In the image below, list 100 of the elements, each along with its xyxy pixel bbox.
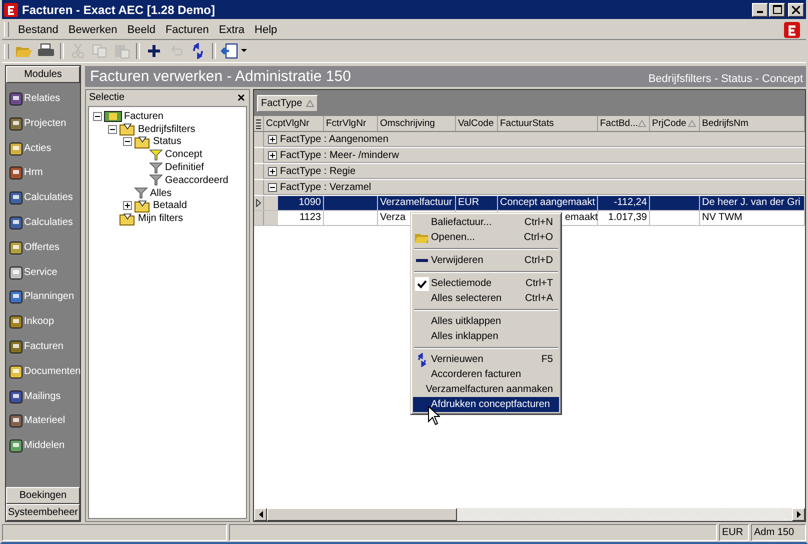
module-item[interactable]: Documenten (24, 364, 81, 379)
module-item[interactable]: Projecten (24, 116, 66, 131)
context-menu-item[interactable]: Accorderen facturen (413, 367, 559, 382)
column-header[interactable]: FactuurStats (498, 116, 598, 131)
module-item[interactable]: Offertes (24, 240, 60, 255)
app-logo-icon (4, 2, 18, 16)
tree-item[interactable]: Bedrijfsfilters (138, 124, 196, 135)
administration-status: Adm 150 (751, 524, 806, 541)
folder-icon (119, 122, 136, 136)
module-item[interactable]: Service (24, 266, 58, 280)
column-header[interactable]: FactBd... (598, 116, 650, 131)
column-header[interactable]: BedrijfsNm (700, 116, 805, 131)
module-item[interactable]: Relaties (24, 92, 60, 106)
context-menu-item[interactable]: Alles uitklappen (413, 314, 559, 329)
sort-arrow-icon (306, 100, 314, 106)
module-item[interactable]: Middelen (24, 439, 65, 454)
column-header[interactable]: ValCode (456, 116, 498, 131)
page-title: Facturen verwerken - Administratie 150 (90, 68, 351, 85)
menu-item[interactable]: Beeld (122, 24, 160, 36)
context-menu-item[interactable]: Vernieuwen F5 (413, 352, 559, 367)
group-row[interactable]: FactType : Verzamel (280, 182, 372, 193)
context-menu-item[interactable]: Afdrukken conceptfacturen (413, 397, 559, 412)
module-item[interactable]: Materieel (24, 414, 66, 428)
tree-item[interactable]: Mijn filters (138, 213, 184, 224)
refresh-icon (417, 352, 427, 366)
scrollbar-thumb[interactable] (267, 508, 457, 521)
row-header[interactable] (254, 196, 264, 210)
table-cell: -112,24 (598, 196, 650, 210)
expander-icon[interactable] (268, 135, 277, 144)
group-row[interactable]: FactType : Regie (280, 166, 356, 177)
menu-item[interactable]: Help (250, 24, 282, 36)
tree-item[interactable]: Concept (165, 149, 202, 160)
left-arrow-icon (258, 511, 262, 518)
context-menu-item[interactable]: Alles inklappen (413, 329, 559, 344)
module-icon (9, 191, 23, 206)
module-item[interactable]: Inkoop (24, 315, 54, 330)
menu-item[interactable]: Extra (214, 24, 250, 36)
module-item[interactable]: Mailings (24, 390, 61, 404)
module-item[interactable]: Calculaties (24, 191, 73, 206)
tree-item[interactable]: Alles (150, 188, 172, 199)
expander-icon[interactable] (268, 151, 277, 160)
scroll-left-button[interactable] (254, 508, 267, 521)
expander-icon[interactable] (123, 201, 132, 210)
column-chooser-icon[interactable] (254, 116, 264, 131)
export-icon[interactable] (219, 41, 249, 61)
column-header[interactable]: Omschrijving (378, 116, 456, 131)
maximize-icon (772, 5, 782, 14)
column-header[interactable]: CcptVlgNr (264, 116, 324, 131)
expander-icon[interactable] (93, 112, 102, 121)
module-item[interactable]: Planningen (24, 290, 74, 304)
table-cell: Verzamelfactuur (378, 196, 456, 210)
context-menu-item[interactable]: Verzamelfacturen aanmaken (413, 382, 559, 397)
module-item[interactable]: Calculaties (24, 216, 73, 230)
group-row[interactable]: FactType : Aangenomen (280, 134, 388, 145)
expander-icon[interactable] (268, 183, 277, 192)
folder-icon (134, 198, 151, 213)
context-menu-item[interactable]: Alles selecteren Ctrl+A (413, 291, 559, 306)
group-by-chip[interactable]: FactType (257, 94, 318, 112)
module-icon (9, 266, 23, 280)
module-group-button[interactable]: Systeembeheer (6, 504, 80, 521)
column-header[interactable]: FctrVlgNr (324, 116, 378, 131)
module-group-button[interactable]: Boekingen (6, 487, 80, 504)
modules-header-button[interactable]: Modules (6, 66, 80, 83)
menu-item[interactable]: Bewerken (63, 24, 122, 36)
minimize-button[interactable] (752, 2, 768, 16)
column-header[interactable]: PrjCode (650, 116, 700, 131)
module-icon (9, 414, 23, 428)
window-title: Facturen - Exact AEC [1.28 Demo] (22, 2, 215, 16)
expander-icon[interactable] (108, 124, 117, 134)
close-button[interactable] (788, 2, 804, 16)
tree-item[interactable]: Status (153, 136, 182, 148)
scroll-right-button[interactable] (792, 508, 805, 521)
group-row[interactable]: FactType : Meer- /minderw (280, 150, 399, 161)
module-icon (9, 166, 23, 180)
context-menu-item[interactable]: Selectiemode Ctrl+T (413, 276, 559, 291)
menu-item[interactable]: Bestand (13, 24, 64, 36)
tree-item[interactable]: Betaald (153, 200, 187, 212)
close-button[interactable]: × (236, 91, 246, 104)
app-logo-icon (784, 22, 800, 38)
module-item[interactable]: Acties (24, 142, 52, 156)
table-cell: 1090 (278, 196, 324, 210)
menu-item[interactable]: Facturen (160, 24, 214, 36)
maximize-button[interactable] (769, 2, 785, 16)
expander-icon[interactable] (268, 167, 277, 176)
module-icon (9, 92, 23, 106)
group-indent (264, 211, 278, 225)
invoice-icon (104, 110, 122, 122)
table-cell: 1.017,39 (598, 211, 650, 225)
expander-icon[interactable] (123, 137, 132, 146)
module-item[interactable]: Facturen (24, 340, 64, 354)
module-icon (9, 364, 23, 379)
tree-item[interactable]: Facturen (124, 110, 164, 122)
tree-item[interactable]: Geaccordeerd (165, 174, 228, 186)
context-menu-item[interactable]: Openen... Ctrl+O (413, 230, 559, 245)
context-menu-item[interactable]: Verwijderen Ctrl+D (413, 253, 559, 268)
mouse-pointer-icon (428, 406, 440, 425)
folder-icon (119, 212, 136, 226)
module-item[interactable]: Hrm (24, 166, 43, 180)
tree-item[interactable]: Definitief (165, 162, 204, 174)
module-icon (9, 290, 23, 304)
